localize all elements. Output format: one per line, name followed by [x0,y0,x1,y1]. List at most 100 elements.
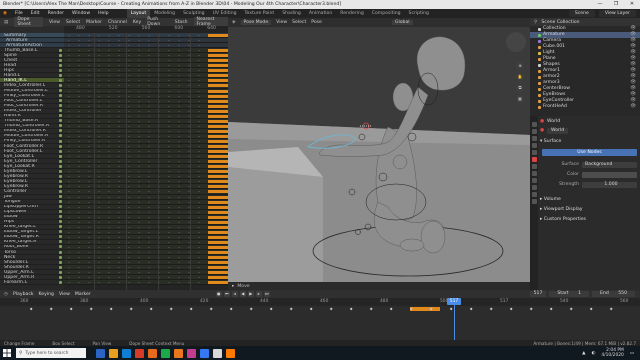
timeline-keyframe[interactable] [589,307,593,311]
outliner-item[interactable]: FrontHeAd 👁 [530,104,640,110]
physics-tab-icon[interactable] [531,178,537,183]
constraint-tab-icon[interactable] [531,185,537,190]
taskbar-app-icon[interactable] [187,348,196,358]
taskbar-app-icon[interactable] [96,348,105,358]
scene-selector[interactable]: Scene [568,10,595,17]
tab-scripting[interactable]: Scripting [405,9,433,18]
timeline-keyframe[interactable] [349,307,353,311]
play-icon[interactable]: ▶ [247,291,254,297]
network-icon[interactable]: ▲ [582,351,585,356]
jump-start-icon[interactable]: ⏮ [223,291,230,297]
taskbar-app-icon[interactable] [148,348,157,358]
navigation-gizmo[interactable] [506,32,526,52]
strength-field[interactable]: 1.000 [582,181,637,188]
dope-menu-view[interactable]: View [49,20,60,25]
custom-properties-section[interactable]: ▸ Custom Properties [540,216,638,223]
timeline-keyframe[interactable] [109,307,113,311]
dope-menu-channel[interactable]: Channel [108,20,127,25]
orientation-dropdown[interactable]: Global [391,20,413,25]
timeline-keyframe[interactable] [329,307,333,311]
timeline-keyframe[interactable] [289,307,293,311]
prev-key-icon[interactable]: ◂ [231,291,238,297]
record-icon[interactable]: ● [215,291,222,297]
surface-section[interactable]: ▾ Surface [540,138,638,145]
tab-compositing[interactable]: Compositing [368,9,405,18]
dope-sheet-mode[interactable]: Dope Sheet [14,17,44,27]
menu-window[interactable]: Window [68,9,94,18]
timeline-keyframe[interactable] [229,307,233,311]
keyframe-area[interactable] [64,33,228,290]
channel-row[interactable]: Forearm.L [0,280,64,286]
timeline-keyframe[interactable] [489,307,493,311]
stash-button[interactable]: Stash [175,20,188,25]
notifications-icon[interactable]: ▭ [630,351,634,356]
taskbar-app-icon[interactable] [135,348,144,358]
camera-icon[interactable]: ⧉ [516,84,524,92]
dope-menu-select[interactable]: Select [66,20,80,25]
taskbar-app-icon[interactable] [122,348,131,358]
taskbar-search-input[interactable]: ⚲ Type here to search [16,348,86,358]
volume-section[interactable]: ▸ Volume [540,196,638,203]
clock[interactable]: 2:04 PM 4/10/2020 [601,348,624,358]
taskbar-app-icon[interactable] [213,348,222,358]
taskbar-app-icon[interactable] [226,348,235,358]
timeline-keyframe[interactable] [569,307,573,311]
timeline-keyframe[interactable] [369,307,373,311]
timeline-keyframe[interactable] [269,307,273,311]
render-tab-icon[interactable] [531,129,537,134]
timeline-keyframe[interactable] [169,307,173,311]
taskbar-app-icon[interactable] [161,348,170,358]
dope-menu-key[interactable]: Key [133,20,141,25]
world-name-field[interactable]: World [547,127,569,134]
tool-tab-icon[interactable] [531,122,537,127]
editor-type-icon[interactable]: ◈ [232,20,236,25]
current-frame-field[interactable]: 517 [529,291,547,297]
taskbar-app-icon[interactable] [174,348,183,358]
bone-tab-icon[interactable] [531,199,537,204]
timeline-keyframe[interactable] [69,307,73,311]
output-tab-icon[interactable] [531,136,537,141]
timeline-keyframe[interactable] [249,307,253,311]
timeline-keyframe[interactable] [389,307,393,311]
timeline-keyframe[interactable] [29,307,33,311]
end-frame-field[interactable]: End 550 [592,291,635,297]
scene-tab-icon[interactable] [531,150,537,155]
grid-icon[interactable]: ▦ [516,95,524,103]
timeline-keyframe[interactable] [509,307,513,311]
menu-help[interactable]: Help [94,9,112,18]
minimize-button[interactable]: — [592,0,608,9]
mode-dropdown[interactable]: Pose Mode [240,20,272,25]
timeline-keyframe[interactable] [469,307,473,311]
menu-render[interactable]: Render [44,9,68,18]
timeline-keyframe[interactable] [189,307,193,311]
editor-type-icon[interactable]: ◷ [4,292,8,297]
timeline-menu-keying[interactable]: Keying [39,292,54,297]
timeline-keyframes[interactable] [0,306,640,340]
playhead-frame-label[interactable]: 517 [447,298,461,305]
tab-shading[interactable]: Shading [278,9,305,18]
zoom-icon[interactable]: ⊕ [516,62,524,70]
taskbar-app-icon[interactable] [109,348,118,358]
viewport-menu-select[interactable]: Select [292,20,306,25]
dope-menu-marker[interactable]: Marker [86,20,102,25]
taskbar-app-icon[interactable] [200,348,209,358]
modifier-tab-icon[interactable] [531,171,537,176]
tab-animation[interactable]: Animation [305,9,336,18]
timeline-keyframe[interactable] [89,307,93,311]
world-tab-icon[interactable] [531,157,537,162]
timeline-keyframe[interactable] [209,307,213,311]
timeline-keyframe[interactable] [609,307,613,311]
filter-icon[interactable]: ⚲ [534,20,537,25]
close-button[interactable]: ✕ [624,0,640,9]
maximize-button[interactable]: ❐ [608,0,624,9]
viewport-menu-view[interactable]: View [276,20,287,25]
dope-sheet-ruler[interactable]: 480 520 560 600 640 [64,26,228,33]
timeline-keyframe[interactable] [149,307,153,311]
color-swatch[interactable] [582,171,637,178]
windows-start-icon[interactable] [0,346,14,360]
timeline-keyframe[interactable] [309,307,313,311]
view-layer-selector[interactable]: View Layer [598,10,636,17]
timeline-keyframe[interactable] [49,307,53,311]
timeline-keyframe[interactable] [129,307,133,311]
data-tab-icon[interactable] [531,192,537,197]
